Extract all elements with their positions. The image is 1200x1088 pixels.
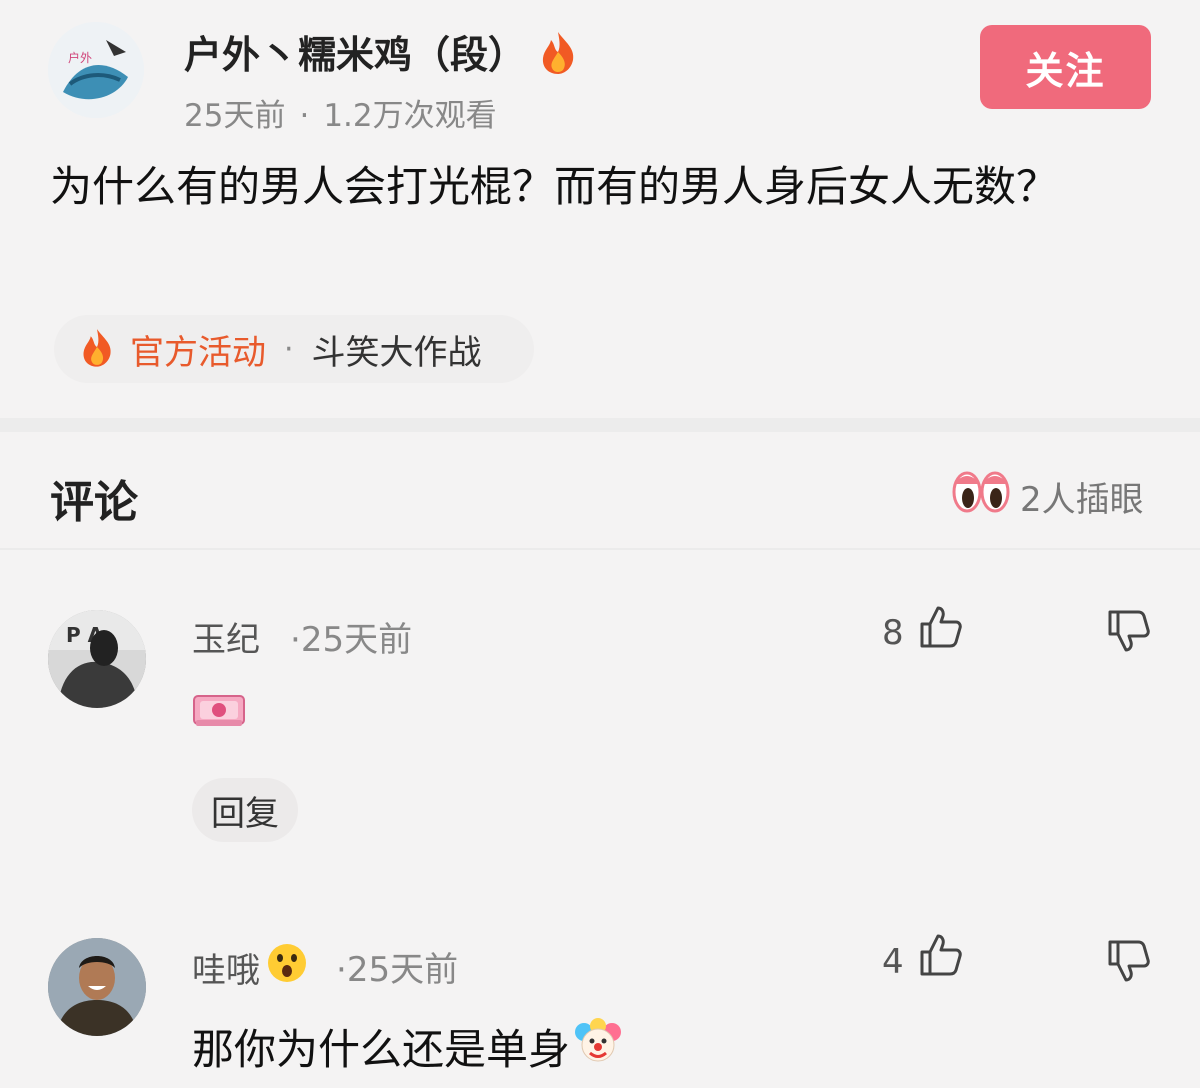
tag-separator: · — [284, 331, 294, 367]
thumb-down-icon[interactable] — [1106, 608, 1152, 658]
post-time: 25天前 — [184, 98, 286, 134]
post-meta: 25天前 · 1.2万次观看 — [184, 90, 497, 135]
comment-time-text: 25天前 — [300, 620, 413, 660]
comment-text[interactable]: 那你为什么还是单身 — [192, 1016, 622, 1077]
follow-button[interactable]: 关注 — [980, 25, 1151, 109]
meta-separator: · — [299, 98, 310, 134]
comment-time: ·25天前 — [336, 942, 458, 991]
post-title[interactable]: 为什么有的男人会打光棍？而有的男人身后女人无数？ — [50, 148, 1150, 226]
comment-time: ·25天前 — [290, 612, 412, 661]
fire-icon — [539, 32, 577, 77]
comment-time-text: 25天前 — [346, 950, 459, 990]
time-separator: · — [336, 950, 347, 990]
activity-tag[interactable]: 官方活动 · 斗笑大作战 — [54, 315, 534, 383]
comment-text-content[interactable]: 那你为什么还是单身 — [192, 1016, 570, 1077]
thumb-up-icon[interactable] — [918, 932, 964, 982]
fire-icon — [80, 327, 114, 371]
surprised-emoji — [266, 942, 308, 993]
like-count: 4 — [882, 942, 904, 982]
comment-author[interactable]: 玉纪 — [192, 612, 260, 661]
author-name-text[interactable]: 户外丶糯米鸡（段） — [184, 33, 526, 77]
eyes-icon — [952, 470, 1010, 523]
comment-avatar[interactable] — [48, 938, 146, 1036]
like-count: 8 — [882, 613, 904, 653]
comments-title: 评论 — [50, 477, 138, 528]
svg-text:户外: 户外 — [68, 50, 92, 65]
tag-topic: 斗笑大作战 — [311, 332, 482, 373]
author-name[interactable]: 户外丶糯米鸡（段） — [184, 24, 577, 79]
thumb-down-icon[interactable] — [1106, 938, 1152, 988]
comment-author[interactable]: 哇哦 — [192, 942, 308, 993]
thumb-up-icon[interactable] — [918, 604, 964, 654]
time-separator: · — [290, 620, 301, 660]
watchers-text: 2人插眼 — [1020, 480, 1144, 520]
header-divider — [0, 548, 1200, 550]
reply-button[interactable]: 回复 — [192, 778, 298, 842]
watchers-count[interactable]: 2人插眼 — [952, 470, 1144, 523]
comment-author-text[interactable]: 哇哦 — [192, 943, 260, 992]
section-divider — [0, 418, 1200, 432]
clown-emoji — [574, 1017, 622, 1076]
money-emoji — [192, 690, 246, 734]
comment-avatar[interactable]: P A — [48, 610, 146, 708]
post-views: 1.2万次观看 — [323, 98, 497, 134]
tag-label: 官方活动 — [130, 332, 266, 373]
author-avatar[interactable]: 户外 — [48, 22, 144, 118]
